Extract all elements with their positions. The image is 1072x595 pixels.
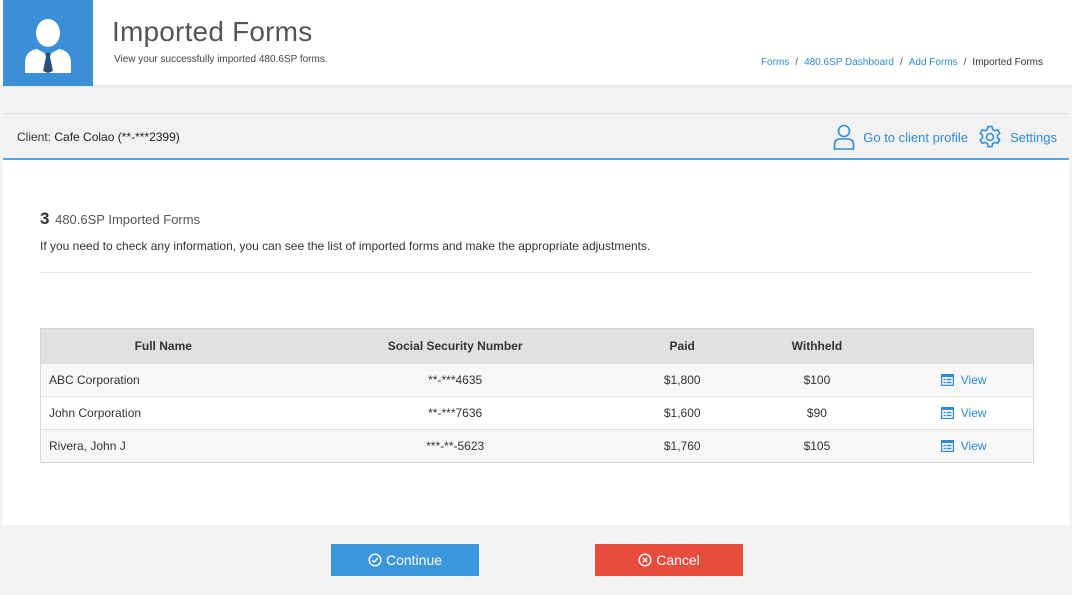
cancel-button-label: Cancel — [656, 552, 700, 568]
cell-withheld: $90 — [806, 406, 827, 420]
cell-full-name: John Corporation — [49, 406, 142, 420]
continue-button[interactable]: Continue — [331, 544, 479, 576]
table-row: John Corporation **-***7636 $1,600 $90 V… — [41, 396, 1033, 429]
view-link-label: View — [960, 406, 987, 420]
breadcrumb-separator: / — [795, 57, 799, 68]
cell-withheld: $105 — [803, 439, 831, 453]
continue-button-label: Continue — [385, 552, 443, 568]
cancel-button[interactable]: Cancel — [595, 544, 743, 576]
view-link[interactable]: View — [894, 439, 1033, 453]
profile-link-label: Go to client profile — [863, 129, 969, 145]
cell-ssn: **-***7636 — [428, 406, 483, 420]
go-to-client-profile-link[interactable]: Go to client profile — [833, 124, 968, 150]
imported-count-number: 3 — [40, 209, 50, 228]
cell-full-name: ABC Corporation — [49, 373, 140, 387]
imported-count-label: 480.6SP Imported Forms — [55, 212, 201, 227]
main-content: 3 480.6SP Imported Forms If you need to … — [3, 160, 1069, 525]
document-list-icon — [940, 407, 954, 419]
client-label: Client: — [17, 130, 52, 144]
client-name: Cafe Colao (**-***2399) — [54, 130, 180, 144]
client-actions: Go to client profile Settings — [823, 124, 1057, 150]
header-avatar — [3, 0, 93, 86]
table-row: Rivera, John J ***-**-5623 $1,760 $105 V… — [41, 429, 1033, 462]
user-icon — [833, 124, 855, 150]
cell-paid: $1,760 — [663, 439, 701, 453]
cell-withheld: $100 — [803, 373, 831, 387]
imported-forms-table: Full Name Social Security Number Paid Wi… — [40, 328, 1034, 463]
breadcrumb: Forms / 480.6SP Dashboard / Add Forms / Import… — [761, 57, 1043, 68]
client-bar: Client: Cafe Colao (**-***2399) Go to cl… — [3, 113, 1069, 160]
column-header-ssn: Social Security Number — [387, 339, 523, 353]
breadcrumb-dashboard[interactable]: 480.6SP Dashboard — [804, 57, 894, 68]
table-row: ABC Corporation **-***4635 $1,800 $100 V… — [41, 363, 1033, 396]
close-circle-icon — [638, 553, 652, 567]
view-link[interactable]: View — [894, 373, 1033, 387]
cell-paid: $1,800 — [663, 373, 701, 387]
businessman-avatar-icon — [25, 19, 71, 73]
breadcrumb-separator: / — [899, 57, 903, 68]
column-header-paid: Paid — [669, 339, 695, 353]
check-circle-icon — [368, 553, 382, 567]
table-header: Full Name Social Security Number Paid Wi… — [41, 329, 1033, 363]
column-header-full-name: Full Name — [134, 339, 192, 353]
view-link-label: View — [960, 439, 987, 453]
view-link[interactable]: View — [894, 406, 1033, 420]
imported-count: 3 480.6SP Imported Forms — [40, 209, 200, 229]
cell-paid: $1,600 — [663, 406, 701, 420]
client-info: Client: Cafe Colao (**-***2399) — [17, 130, 180, 144]
breadcrumb-add-forms[interactable]: Add Forms — [909, 57, 958, 68]
gear-icon — [979, 125, 1001, 148]
divider — [40, 272, 1033, 273]
info-text: If you need to check any information, yo… — [40, 239, 651, 253]
breadcrumb-current: Imported Forms — [972, 57, 1043, 68]
page-header: Imported Forms View your successfully im… — [0, 0, 1072, 86]
breadcrumb-separator: / — [963, 57, 967, 68]
cell-ssn: ***-**-5623 — [426, 439, 485, 453]
settings-link[interactable]: Settings — [978, 125, 1057, 149]
document-list-icon — [940, 374, 954, 386]
footer-actions: Continue Cancel — [3, 525, 1069, 595]
cell-full-name: Rivera, John J — [49, 439, 126, 453]
column-header-withheld: Withheld — [791, 339, 843, 353]
view-link-label: View — [960, 373, 987, 387]
breadcrumb-forms[interactable]: Forms — [761, 57, 789, 68]
page-subtitle: View your successfully imported 480.6SP … — [114, 54, 328, 65]
cell-ssn: **-***4635 — [428, 373, 483, 387]
settings-link-label: Settings — [1010, 129, 1057, 145]
page-title: Imported Forms — [112, 16, 313, 47]
document-list-icon — [940, 440, 954, 452]
